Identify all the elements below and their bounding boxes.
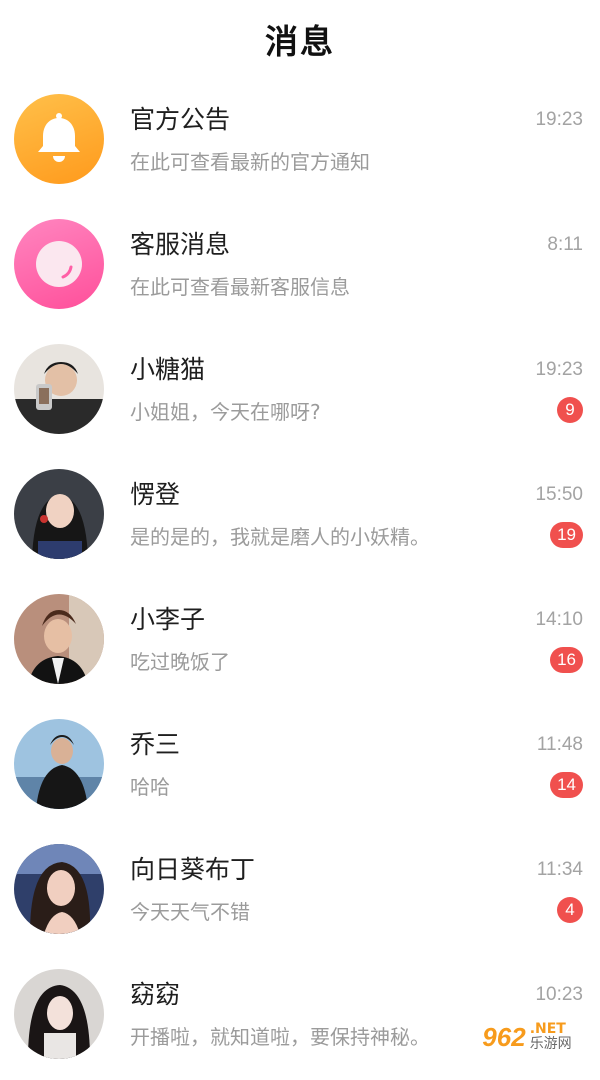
conversation-preview: 哈哈 <box>130 775 170 799</box>
watermark-number: 962 <box>482 1021 526 1052</box>
conversation-time: 11:48 <box>536 734 583 755</box>
conversation-time: 11:34 <box>536 859 583 880</box>
conversation-item-official[interactable]: 官方公告 在此可查看最新的官方通知 19:23 <box>0 80 600 205</box>
conversation-list: 官方公告 在此可查看最新的官方通知 19:23 客服消息 在此可查看最新客服信息… <box>0 80 600 1080</box>
conversation-name: 愣登 <box>130 480 181 509</box>
top-bar: 消息 <box>0 0 600 80</box>
conversation-name: 乔三 <box>130 730 181 759</box>
conversation-name: 小糖猫 <box>130 355 206 384</box>
watermark-suffix: .NET <box>529 1021 566 1037</box>
conversation-preview: 在此可查看最新客服信息 <box>130 275 350 299</box>
user-avatar <box>14 344 104 434</box>
unread-badge: 9 <box>557 397 583 423</box>
watermark-site: 乐游网 <box>529 1036 572 1052</box>
user-avatar <box>14 844 104 934</box>
conversation-preview: 小姐姐，今天在哪呀? <box>130 400 321 424</box>
customer-service-icon <box>14 219 104 309</box>
conversation-name: 官方公告 <box>130 105 231 134</box>
conversation-name: 向日葵布丁 <box>130 855 256 884</box>
conversation-time: 19:23 <box>535 109 583 130</box>
conversation-time: 10:23 <box>535 984 583 1005</box>
conversation-preview: 吃过晚饭了 <box>130 650 230 674</box>
conversation-time: 19:23 <box>535 359 583 380</box>
unread-badge: 4 <box>557 897 583 923</box>
conversation-item[interactable]: 乔三 哈哈 11:48 14 <box>0 705 600 830</box>
conversation-preview: 是的是的，我就是磨人的小妖精。 <box>130 525 430 549</box>
site-watermark-logo: 962 .NET 乐游网 <box>460 1013 594 1061</box>
conversation-item[interactable]: 愣登 是的是的，我就是磨人的小妖精。 15:50 19 <box>0 455 600 580</box>
user-avatar <box>14 594 104 684</box>
conversation-time: 15:50 <box>535 484 583 505</box>
conversation-item[interactable]: 小糖猫 小姐姐，今天在哪呀? 19:23 9 <box>0 330 600 455</box>
page-title: 消息 <box>265 22 335 61</box>
conversation-item[interactable]: 向日葵布丁 今天天气不错 11:34 4 <box>0 830 600 955</box>
user-avatar <box>14 469 104 559</box>
conversation-time: 8:11 <box>547 234 583 255</box>
user-avatar <box>14 969 104 1059</box>
user-avatar <box>14 719 104 809</box>
conversation-time: 14:10 <box>535 609 583 630</box>
watermark-text: .NET 乐游网 <box>530 1022 572 1052</box>
conversation-preview: 开播啦，就知道啦，要保持神秘。 <box>130 1025 430 1049</box>
unread-badge: 14 <box>550 772 583 798</box>
conversation-preview: 今天天气不错 <box>130 900 250 924</box>
conversation-name: 小李子 <box>130 605 206 634</box>
unread-badge: 19 <box>550 522 583 548</box>
conversation-preview: 在此可查看最新的官方通知 <box>130 150 370 174</box>
conversation-name: 窈窈 <box>130 980 181 1009</box>
unread-badge: 16 <box>550 647 583 673</box>
conversation-item[interactable]: 小李子 吃过晚饭了 14:10 16 <box>0 580 600 705</box>
bell-icon <box>14 94 104 184</box>
conversation-item-service[interactable]: 客服消息 在此可查看最新客服信息 8:11 <box>0 205 600 330</box>
conversation-name: 客服消息 <box>130 230 231 259</box>
